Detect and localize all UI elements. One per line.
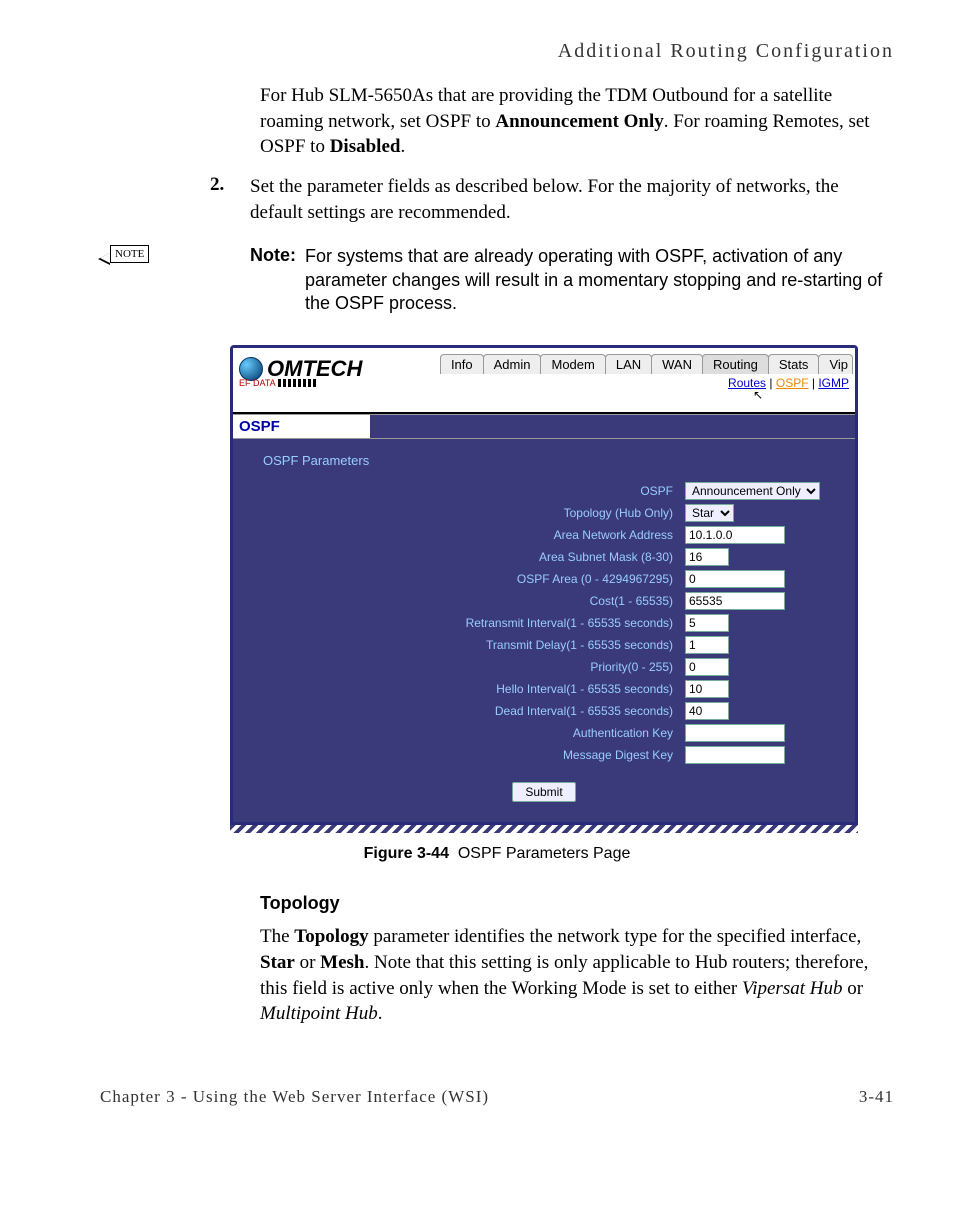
intro-bold-announcement: Announcement Only <box>495 111 663 132</box>
label-txdelay: Transmit Delay(1 - 65535 seconds) <box>253 638 677 652</box>
note-text: For systems that are already operating w… <box>305 245 894 315</box>
row-subnet: Area Subnet Mask (8-30) <box>253 548 835 566</box>
row-authkey: Authentication Key <box>253 724 835 742</box>
app-header: OMTECH EF DATA Info Admin Modem LAN WAN … <box>233 348 855 414</box>
label-subnet: Area Subnet Mask (8-30) <box>253 550 677 564</box>
label-hello: Hello Interval(1 - 65535 seconds) <box>253 682 677 696</box>
footer-left: Chapter 3 - Using the Web Server Interfa… <box>100 1087 489 1107</box>
label-priority: Priority(0 - 255) <box>253 660 677 674</box>
intro-bold-disabled: Disabled <box>330 136 401 157</box>
topo-i1: Vipersat Hub <box>742 978 842 999</box>
label-msgdigest: Message Digest Key <box>253 748 677 762</box>
row-txdelay: Transmit Delay(1 - 65535 seconds) <box>253 636 835 654</box>
row-area-net: Area Network Address <box>253 526 835 544</box>
note-row: NOTE Note: For systems that are already … <box>100 245 894 315</box>
intro-text-end: . <box>400 136 405 157</box>
tab-routing[interactable]: Routing <box>702 354 769 374</box>
app-screenshot: OMTECH EF DATA Info Admin Modem LAN WAN … <box>230 345 858 825</box>
tab-vip[interactable]: Vip <box>818 354 853 374</box>
torn-edge <box>230 825 858 833</box>
topo-t3: or <box>295 952 320 973</box>
input-retrans[interactable] <box>685 614 729 632</box>
topo-t6: . <box>378 1003 383 1024</box>
row-topology: Topology (Hub Only) Star <box>253 504 835 522</box>
row-dead: Dead Interval(1 - 65535 seconds) <box>253 702 835 720</box>
topology-heading: Topology <box>260 893 894 914</box>
topology-paragraph: The Topology parameter identifies the ne… <box>260 924 894 1027</box>
subnav-igmp[interactable]: IGMP <box>818 376 849 390</box>
submit-row: Submit <box>253 782 835 802</box>
row-cost: Cost(1 - 65535) <box>253 592 835 610</box>
step-text: Set the parameter fields as described be… <box>250 174 894 225</box>
section-title: OSPF <box>239 418 292 435</box>
tab-wan[interactable]: WAN <box>651 354 703 374</box>
label-cost: Cost(1 - 65535) <box>253 594 677 608</box>
input-msgdigest[interactable] <box>685 746 785 764</box>
topo-t5: or <box>842 978 863 999</box>
topo-b2: Star <box>260 952 295 973</box>
select-topology[interactable]: Star <box>685 504 734 522</box>
select-ospf[interactable]: Announcement Only <box>685 482 820 500</box>
input-hello[interactable] <box>685 680 729 698</box>
row-priority: Priority(0 - 255) <box>253 658 835 676</box>
figure-number: Figure 3-44 <box>364 845 449 862</box>
note-label: Note: <box>250 245 305 315</box>
label-topology: Topology (Hub Only) <box>253 506 677 520</box>
logo-block: OMTECH EF DATA <box>239 356 362 388</box>
tab-admin[interactable]: Admin <box>483 354 542 374</box>
figure-container: OMTECH EF DATA Info Admin Modem LAN WAN … <box>230 345 894 833</box>
step-2-row: 2. Set the parameter fields as described… <box>210 174 894 225</box>
topo-b1: Topology <box>294 926 368 947</box>
label-retrans: Retransmit Interval(1 - 65535 seconds) <box>253 616 677 630</box>
input-subnet[interactable] <box>685 548 729 566</box>
input-dead[interactable] <box>685 702 729 720</box>
input-area-net[interactable] <box>685 526 785 544</box>
tab-info[interactable]: Info <box>440 354 484 374</box>
note-icon: NOTE <box>100 245 150 285</box>
label-area-net: Area Network Address <box>253 528 677 542</box>
ospf-panel: OSPF Parameters OSPF Announcement Only T… <box>233 439 855 822</box>
topo-i2: Multipoint Hub <box>260 1003 378 1024</box>
note-box-label: NOTE <box>110 245 149 263</box>
row-retrans: Retransmit Interval(1 - 65535 seconds) <box>253 614 835 632</box>
cursor-icon: ↖ <box>753 388 763 402</box>
step-number: 2. <box>210 174 250 225</box>
topo-b3: Mesh <box>320 952 364 973</box>
topo-t1: The <box>260 926 294 947</box>
label-dead: Dead Interval(1 - 65535 seconds) <box>253 704 677 718</box>
section-header: OSPF <box>233 414 855 439</box>
sub-nav: Routes | OSPF | IGMP <box>728 376 849 390</box>
label-authkey: Authentication Key <box>253 726 677 740</box>
topo-t2: parameter identifies the network type fo… <box>369 926 862 947</box>
row-hello: Hello Interval(1 - 65535 seconds) <box>253 680 835 698</box>
input-authkey[interactable] <box>685 724 785 742</box>
tab-lan[interactable]: LAN <box>605 354 652 374</box>
tab-modem[interactable]: Modem <box>540 354 605 374</box>
input-txdelay[interactable] <box>685 636 729 654</box>
intro-paragraph: For Hub SLM-5650As that are providing th… <box>260 83 894 160</box>
logo-bars-icon <box>278 379 318 387</box>
row-msgdigest: Message Digest Key <box>253 746 835 764</box>
tab-stats[interactable]: Stats <box>768 354 820 374</box>
submit-button[interactable]: Submit <box>512 782 575 802</box>
page-header: Additional Routing Configuration <box>100 40 894 63</box>
page-footer: Chapter 3 - Using the Web Server Interfa… <box>100 1087 894 1107</box>
row-ospf-area: OSPF Area (0 - 4294967295) <box>253 570 835 588</box>
panel-title: OSPF Parameters <box>263 453 835 468</box>
input-priority[interactable] <box>685 658 729 676</box>
footer-right: 3-41 <box>859 1087 894 1107</box>
input-ospf-area[interactable] <box>685 570 785 588</box>
input-cost[interactable] <box>685 592 785 610</box>
label-ospf-area: OSPF Area (0 - 4294967295) <box>253 572 677 586</box>
label-ospf: OSPF <box>253 484 677 498</box>
tab-bar: Info Admin Modem LAN WAN Routing Stats V… <box>441 354 853 374</box>
row-ospf: OSPF Announcement Only <box>253 482 835 500</box>
figure-title: OSPF Parameters Page <box>458 845 631 862</box>
logo-sub-ef: EF DATA <box>239 378 276 388</box>
subnav-ospf[interactable]: OSPF <box>776 376 809 390</box>
figure-caption: Figure 3-44 OSPF Parameters Page <box>100 845 894 863</box>
